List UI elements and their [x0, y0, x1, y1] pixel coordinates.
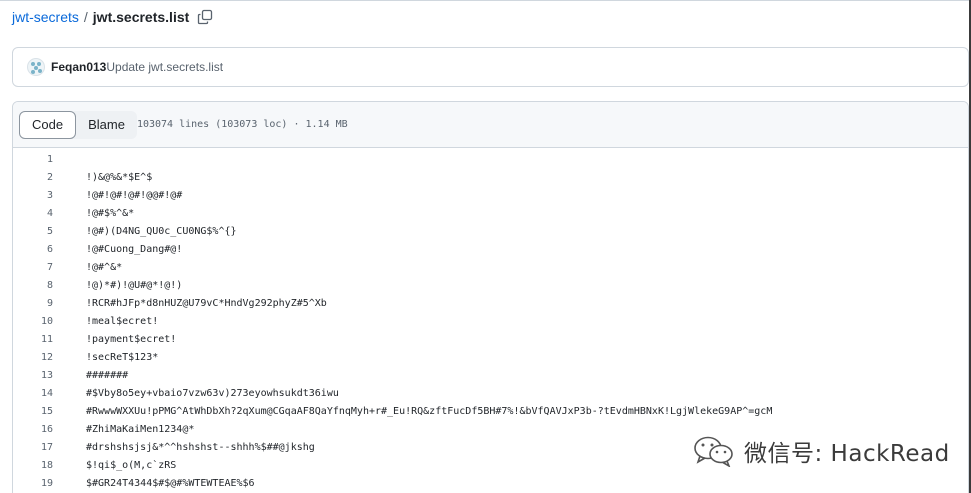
- line-number[interactable]: 1: [13, 154, 53, 165]
- line-number[interactable]: 10: [13, 316, 53, 327]
- breadcrumb-separator: /: [83, 9, 88, 25]
- line-text: !secReT$123*: [86, 351, 159, 363]
- line-number[interactable]: 14: [13, 388, 53, 399]
- code-line: 8 !@)*#)!@U#@*!@!): [13, 276, 968, 294]
- line-text: #######: [86, 369, 129, 381]
- code-line: 3 !@#!@#!@#!@@#!@#: [13, 186, 968, 204]
- code-line: 15 #RwwwWXXUu!pPMG^AtWhDbXh?2qXum@CGqaAF8…: [13, 402, 968, 420]
- top-border: [0, 0, 971, 1]
- code-line: 2 !)&@%&*$E^$: [13, 168, 968, 186]
- code-line: 5 !@#)(D4NG_QU0c_CU0NG$%^{}: [13, 222, 968, 240]
- code-line: 12 !secReT$123*: [13, 348, 968, 366]
- code-line: 11 !payment$ecret!: [13, 330, 968, 348]
- line-number[interactable]: 18: [13, 460, 53, 471]
- line-number[interactable]: 2: [13, 172, 53, 183]
- watermark-text: 微信号: HackRead: [744, 441, 950, 467]
- code-line: 4 !@#$%^&*: [13, 204, 968, 222]
- avatar[interactable]: [27, 58, 45, 76]
- code-line: 9 !RCR#hJFp*d8nHUZ@U79vC*HndVg292phyZ#5^X…: [13, 294, 968, 312]
- line-number[interactable]: 11: [13, 334, 53, 345]
- line-text: #$Vby8o5ey+vbaio7vzw63v)273eyowhsukdt36i…: [86, 387, 339, 399]
- code-line: 10 !meal$ecret!: [13, 312, 968, 330]
- code-line: 6 !@#Cuong_Dang#@!: [13, 240, 968, 258]
- line-text: #drshshsjsj&*^^hshshst--shhh%$##@jkshg: [86, 441, 315, 453]
- line-number[interactable]: 5: [13, 226, 53, 237]
- line-number[interactable]: 13: [13, 370, 53, 381]
- copy-icon[interactable]: [197, 9, 213, 25]
- line-number[interactable]: 7: [13, 262, 53, 273]
- line-number[interactable]: 9: [13, 298, 53, 309]
- line-number[interactable]: 16: [13, 424, 53, 435]
- line-number[interactable]: 8: [13, 280, 53, 291]
- line-number[interactable]: 19: [13, 478, 53, 489]
- line-text: #RwwwWXXUu!pPMG^AtWhDbXh?2qXum@CGqaAF8Qa…: [86, 405, 773, 417]
- line-text: #ZhiMaKaiMen1234@*: [86, 423, 195, 435]
- line-text: !@#$%^&*: [86, 207, 135, 219]
- line-text: !meal$ecret!: [86, 315, 159, 327]
- line-text: !@#Cuong_Dang#@!: [86, 243, 183, 255]
- line-text: $#GR24T4344$#$@#%WTEWTEAE%$6: [86, 477, 255, 489]
- line-number[interactable]: 12: [13, 352, 53, 363]
- file-name: jwt.secrets.list: [92, 9, 190, 25]
- line-text: !RCR#hJFp*d8nHUZ@U79vC*HndVg292phyZ#5^Xb: [86, 297, 327, 309]
- line-number[interactable]: 4: [13, 208, 53, 219]
- code-line: 19 $#GR24T4344$#$@#%WTEWTEAE%$6: [13, 474, 968, 492]
- commit-author[interactable]: Feqan013: [51, 60, 106, 74]
- code-line: 7 !@#^&*: [13, 258, 968, 276]
- line-text: $!qi$_o(M,c`zRS: [86, 459, 177, 471]
- tab-blame[interactable]: Blame: [76, 111, 137, 139]
- code-line: 13 #######: [13, 366, 968, 384]
- code-line: 1: [13, 150, 968, 168]
- line-text: !@)*#)!@U#@*!@!): [86, 279, 183, 291]
- code-line: 14 #$Vby8o5ey+vbaio7vzw63v)273eyowhsukdt3…: [13, 384, 968, 402]
- wechat-logo-icon: [692, 435, 736, 468]
- watermark: 微信号: HackRead: [692, 433, 950, 469]
- view-toggle: Code Blame: [19, 110, 137, 139]
- line-text: !)&@%&*$E^$: [86, 171, 153, 183]
- line-text: !@#)(D4NG_QU0c_CU0NG$%^{}: [86, 225, 237, 237]
- line-text: !@#^&*: [86, 261, 123, 273]
- breadcrumb: jwt-secrets / jwt.secrets.list: [12, 7, 213, 27]
- file-meta: 103074 lines (103073 loc) · 1.14 MB: [136, 119, 348, 130]
- line-number[interactable]: 15: [13, 406, 53, 417]
- line-text: !@#!@#!@#!@@#!@#: [86, 189, 183, 201]
- line-text: !payment$ecret!: [86, 333, 177, 345]
- latest-commit-box: Feqan013 Update jwt.secrets.list: [12, 47, 969, 87]
- line-number[interactable]: 3: [13, 190, 53, 201]
- file-header: Code Blame 103074 lines (103073 loc) · 1…: [13, 102, 968, 148]
- repo-link[interactable]: jwt-secrets: [12, 9, 79, 25]
- commit-message[interactable]: Update jwt.secrets.list: [106, 60, 223, 74]
- tab-code[interactable]: Code: [19, 110, 77, 139]
- line-number[interactable]: 17: [13, 442, 53, 453]
- line-number[interactable]: 6: [13, 244, 53, 255]
